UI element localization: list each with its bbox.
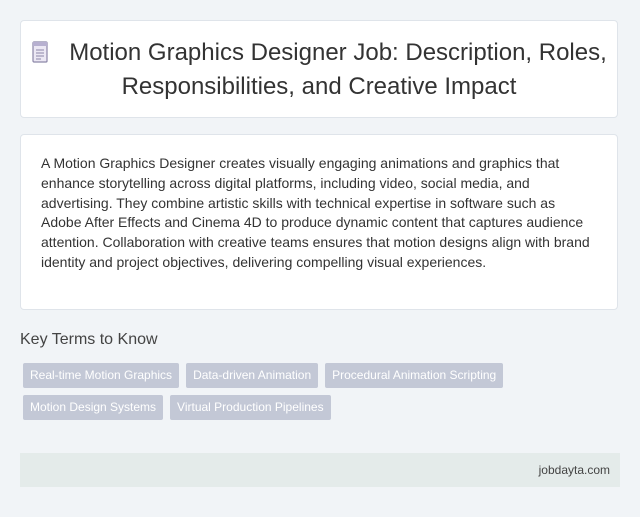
title-card: Motion Graphics Designer Job: Descriptio…: [20, 20, 618, 118]
key-terms-heading: Key Terms to Know: [20, 331, 158, 348]
tag-real-time-motion-graphics[interactable]: Real-time Motion Graphics: [23, 363, 180, 388]
tag-motion-design-systems[interactable]: Motion Design Systems: [23, 395, 164, 420]
tag-procedural-animation-scripting[interactable]: Procedural Animation Scripting: [325, 363, 504, 388]
page-title: Motion Graphics Designer Job: Descriptio…: [21, 37, 617, 102]
document-icon: [31, 40, 49, 71]
tag-row: Motion Design Systems Virtual Production…: [23, 395, 523, 420]
key-terms-tags: Real-time Motion Graphics Data-driven An…: [23, 363, 523, 427]
tag-virtual-production-pipelines[interactable]: Virtual Production Pipelines: [170, 395, 331, 420]
page-title-text: Motion Graphics Designer Job: Descriptio…: [69, 38, 607, 100]
summary-card: A Motion Graphics Designer creates visua…: [20, 134, 618, 310]
tag-row: Real-time Motion Graphics Data-driven An…: [23, 363, 523, 388]
summary-text: A Motion Graphics Designer creates visua…: [41, 155, 590, 270]
footer: jobdayta.com: [20, 453, 620, 487]
tag-data-driven-animation[interactable]: Data-driven Animation: [186, 363, 319, 388]
footer-site-link[interactable]: jobdayta.com: [539, 463, 610, 477]
